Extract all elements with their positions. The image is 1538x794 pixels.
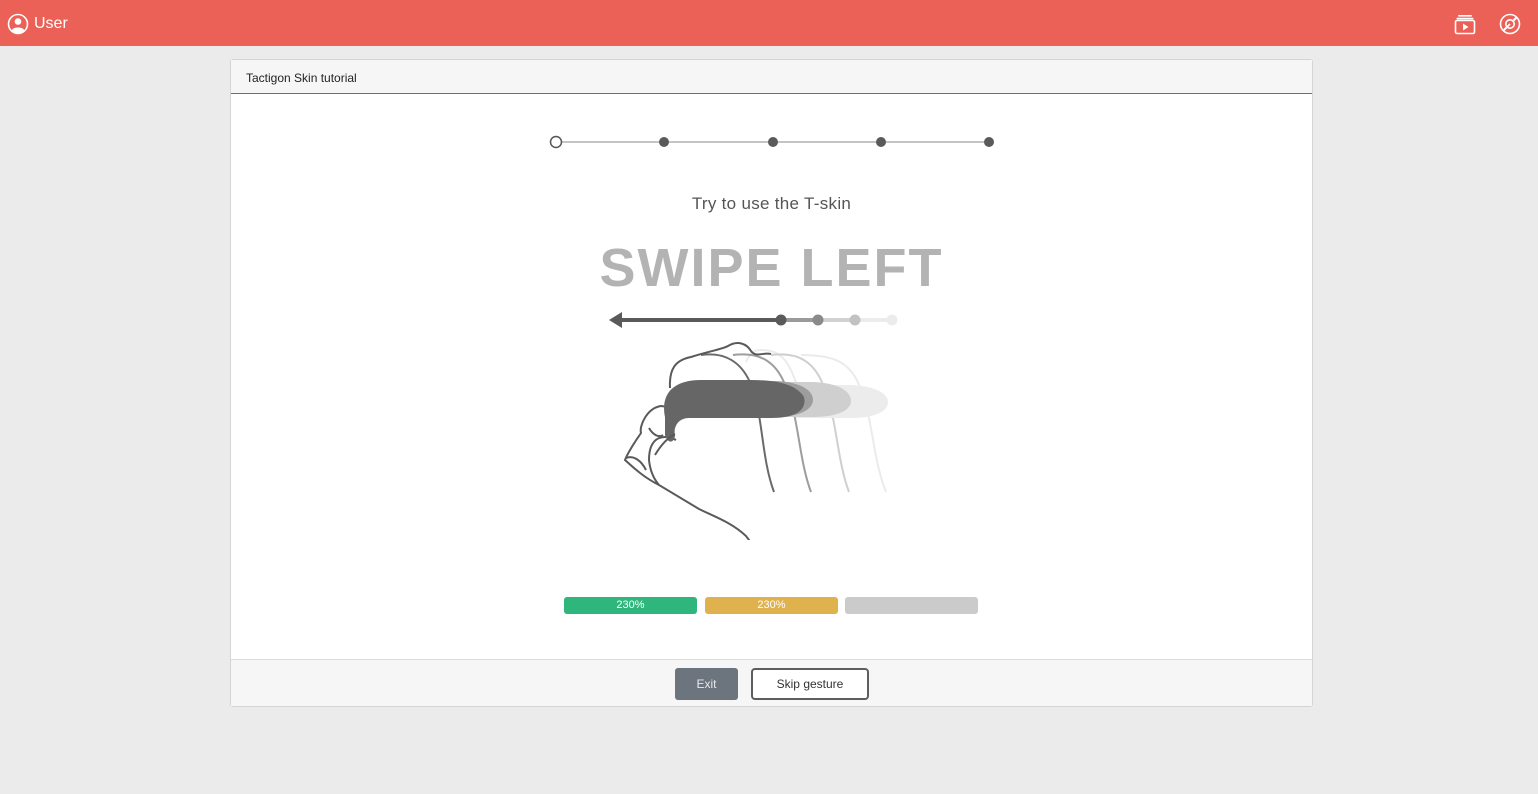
step-5-dot	[984, 137, 994, 147]
step-indicator	[549, 135, 994, 149]
step-2-dot	[659, 137, 669, 147]
instruction-text: Try to use the T-skin	[691, 194, 852, 213]
top-bar: User	[0, 0, 1538, 46]
exit-button[interactable]: Exit	[675, 668, 738, 700]
step-3-dot	[768, 137, 778, 147]
step-4-dot	[876, 137, 886, 147]
progress-bar-1-label: 230%	[616, 599, 645, 611]
trail-dot-1	[775, 314, 787, 326]
trail-dot-2	[812, 314, 824, 326]
trail-dot-3	[849, 314, 861, 326]
user-icon	[7, 13, 29, 35]
dialog-header: Tactigon Skin tutorial	[231, 60, 1312, 94]
video-tutorial-icon[interactable]	[1453, 12, 1477, 36]
user-menu-button[interactable]: User	[7, 13, 68, 35]
progress-bar-2-label: 230%	[757, 599, 786, 611]
support-icon[interactable]	[1498, 12, 1522, 36]
progress-bar-3	[845, 597, 978, 614]
trail-dot-4	[886, 314, 898, 326]
progress-bars: 230% 230%	[564, 597, 980, 614]
swipe-left-illustration	[609, 312, 898, 540]
progress-bar-1: 230%	[564, 597, 697, 614]
gesture-name: SWIPE LEFT	[599, 238, 944, 298]
step-1-dot	[549, 135, 563, 149]
dialog-footer: Exit Skip gesture	[231, 659, 1312, 706]
user-label: User	[34, 15, 68, 32]
dialog-title: Tactigon Skin tutorial	[246, 71, 357, 85]
progress-bar-2: 230%	[705, 597, 838, 614]
skip-gesture-button[interactable]: Skip gesture	[751, 668, 869, 700]
tutorial-dialog: Tactigon Skin tutorial Try to use the T-…	[230, 59, 1313, 707]
